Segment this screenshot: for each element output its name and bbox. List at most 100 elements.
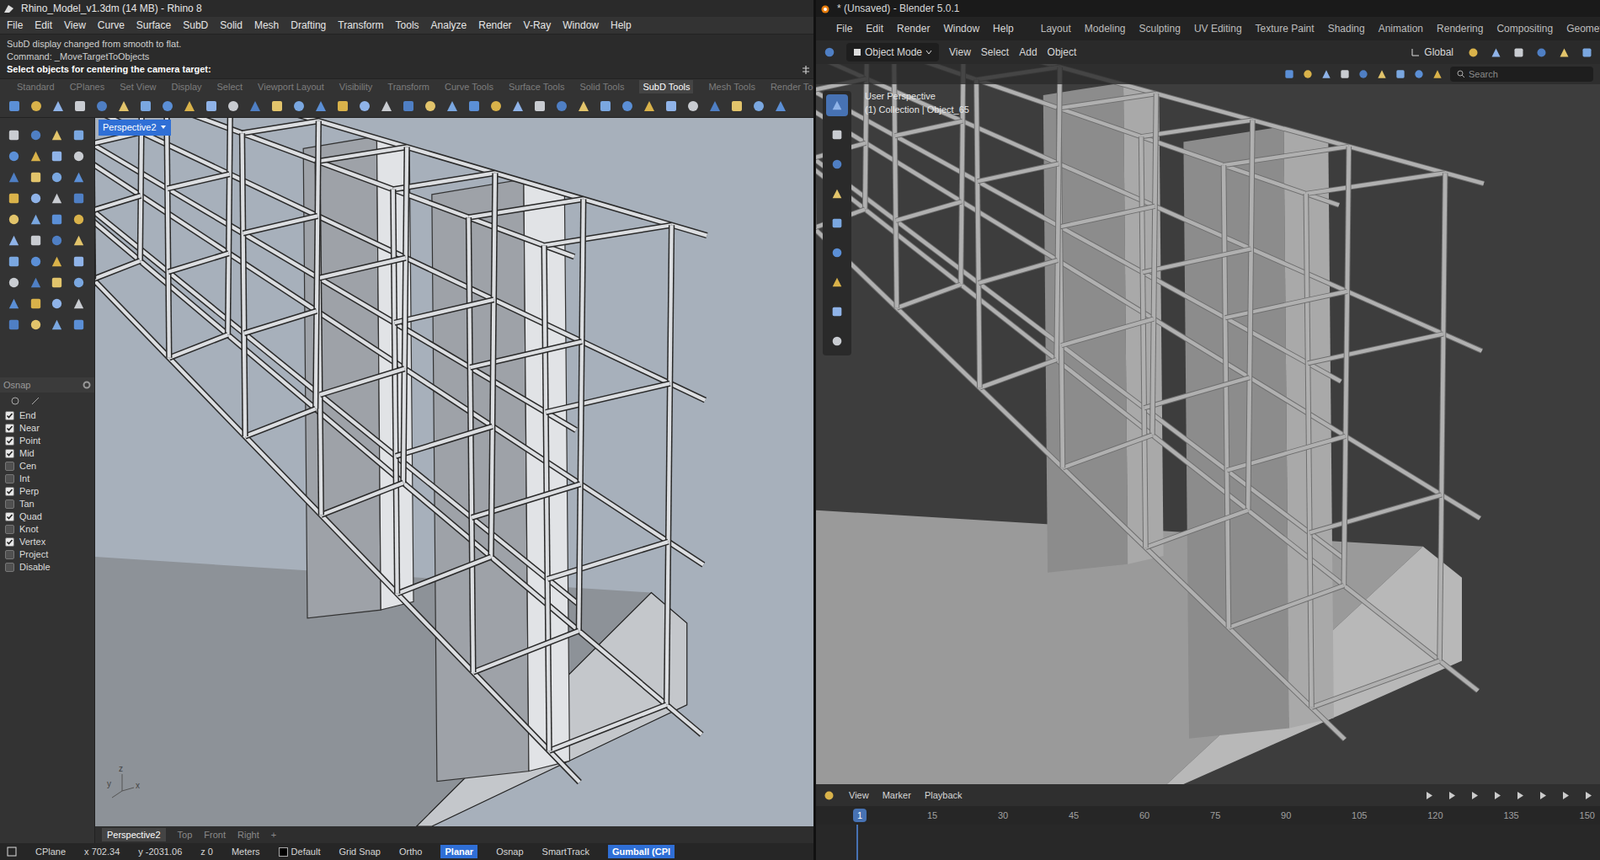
pick-icon[interactable] <box>30 395 41 406</box>
palette-icon[interactable] <box>6 233 22 248</box>
header-icon[interactable] <box>1557 46 1571 59</box>
toolbar-tab[interactable]: Display <box>170 80 202 95</box>
menu-item[interactable]: Window <box>562 17 599 33</box>
header-menu-item[interactable]: Object <box>1047 44 1078 60</box>
viewport-title[interactable]: Perspective2 <box>98 119 171 136</box>
menu-item[interactable]: Help <box>992 21 1014 37</box>
shading-icon[interactable] <box>1431 68 1444 80</box>
workspace-tab[interactable]: Compositing <box>1496 21 1553 37</box>
search-field[interactable]: Search <box>1450 66 1594 82</box>
status-item[interactable]: z 0 <box>200 844 214 859</box>
playback-icon[interactable] <box>1424 790 1435 800</box>
palette-icon[interactable] <box>28 212 43 227</box>
osnap-checkbox[interactable] <box>5 448 15 459</box>
palette-icon[interactable] <box>6 149 22 164</box>
playback-icon[interactable] <box>1470 790 1480 800</box>
header-menu-item[interactable]: Select <box>981 44 1009 60</box>
toolbar-tab[interactable]: Curve Tools <box>444 80 494 95</box>
osnap-checkbox[interactable] <box>5 423 15 433</box>
rhino-viewport[interactable]: Perspective2zyx <box>95 117 814 827</box>
editor-type-icon[interactable] <box>822 789 836 802</box>
viewport-tool-icon[interactable] <box>830 128 844 142</box>
shading-icon[interactable] <box>1320 68 1333 80</box>
frame-label[interactable]: 1 <box>853 808 867 823</box>
status-item[interactable]: Osnap <box>496 844 523 859</box>
osnap-item[interactable]: Vertex <box>0 535 95 549</box>
osnap-item[interactable]: Cen <box>0 459 95 473</box>
osnap-item[interactable]: Mid <box>0 447 95 460</box>
menu-item[interactable]: Curve <box>97 17 125 33</box>
status-item[interactable]: SmartTrack <box>542 844 590 859</box>
osnap-item[interactable]: Tan <box>0 497 95 511</box>
shading-icon[interactable] <box>1301 68 1314 80</box>
workspace-tab[interactable]: Sculpting <box>1139 21 1181 37</box>
playback-icon[interactable] <box>1561 790 1571 800</box>
shading-icon[interactable] <box>1283 68 1296 80</box>
palette-icon[interactable] <box>49 149 64 164</box>
workspace-tab[interactable]: Rendering <box>1436 21 1483 37</box>
tool-icon[interactable] <box>269 98 285 114</box>
palette-icon[interactable] <box>49 128 64 143</box>
frame-label[interactable]: 60 <box>1139 808 1150 823</box>
palette-icon[interactable] <box>49 191 64 206</box>
viewport-tab[interactable]: Perspective2 <box>101 827 166 843</box>
palette-icon[interactable] <box>71 149 86 164</box>
palette-icon[interactable] <box>71 275 86 290</box>
orientation-dropdown[interactable]: Global <box>1407 44 1457 60</box>
dropdown-icon[interactable] <box>160 123 167 131</box>
osnap-checkbox[interactable] <box>5 537 15 547</box>
palette-icon[interactable] <box>6 296 22 311</box>
header-icon[interactable] <box>1466 46 1480 59</box>
tool-icon[interactable] <box>663 98 679 114</box>
tool-icon[interactable] <box>181 98 198 114</box>
editor-type-icon[interactable] <box>822 45 837 59</box>
osnap-item[interactable]: Perp <box>0 485 95 498</box>
menu-item[interactable]: Tools <box>395 17 420 33</box>
tool-icon[interactable] <box>597 98 614 114</box>
timeline-menu-item[interactable]: Marker <box>882 788 912 803</box>
frame-label[interactable]: 90 <box>1280 808 1291 823</box>
playback-icon[interactable] <box>1538 790 1548 800</box>
osnap-item[interactable]: End <box>0 409 95 422</box>
viewport-tool-icon[interactable] <box>830 245 844 260</box>
toolbar-tab[interactable]: Mesh Tools <box>708 80 755 95</box>
shading-icon[interactable] <box>1338 68 1351 80</box>
osnap-checkbox[interactable] <box>5 524 15 534</box>
frame-label[interactable]: 120 <box>1427 808 1443 823</box>
tool-icon[interactable] <box>291 98 307 114</box>
frame-label[interactable]: 75 <box>1210 808 1221 823</box>
palette-icon[interactable] <box>71 170 86 185</box>
osnap-checkbox[interactable] <box>5 512 15 522</box>
tool-icon[interactable] <box>444 98 460 114</box>
timeline-menu-item[interactable]: View <box>848 788 870 803</box>
header-icon[interactable] <box>1512 46 1526 59</box>
osnap-checkbox[interactable] <box>5 549 15 560</box>
menu-item[interactable]: Mesh <box>254 17 279 33</box>
frame-label[interactable]: 105 <box>1351 808 1367 823</box>
frame-label[interactable]: 135 <box>1503 808 1519 823</box>
palette-icon[interactable] <box>28 233 43 248</box>
palette-icon[interactable] <box>49 212 64 227</box>
tool-icon[interactable] <box>28 98 44 114</box>
shading-icon[interactable] <box>1394 68 1407 80</box>
playback-icon[interactable] <box>1493 790 1503 800</box>
header-icon[interactable] <box>1535 46 1548 59</box>
menu-item[interactable]: Edit <box>34 17 53 33</box>
menu-item[interactable]: File <box>6 17 23 33</box>
menu-item[interactable]: Render <box>478 17 512 33</box>
osnap-item[interactable]: Near <box>0 421 95 435</box>
toolbar-tab[interactable]: Solid Tools <box>579 80 624 95</box>
header-icon[interactable] <box>1489 46 1503 59</box>
tool-icon[interactable] <box>619 98 635 114</box>
palette-icon[interactable] <box>28 296 43 311</box>
tool-icon[interactable] <box>707 98 723 114</box>
palette-icon[interactable] <box>71 191 86 206</box>
toolbar-tab[interactable]: Visibility <box>339 80 374 95</box>
menu-item[interactable]: Drafting <box>290 17 326 33</box>
frame-label[interactable]: 45 <box>1068 808 1079 823</box>
tool-icon[interactable] <box>160 98 176 114</box>
toolbar-tab[interactable]: CPlanes <box>69 80 106 95</box>
osnap-checkbox[interactable] <box>5 410 15 421</box>
osnap-item[interactable]: Point <box>0 434 95 448</box>
toolbar-tab[interactable]: Surface Tools <box>508 80 565 95</box>
